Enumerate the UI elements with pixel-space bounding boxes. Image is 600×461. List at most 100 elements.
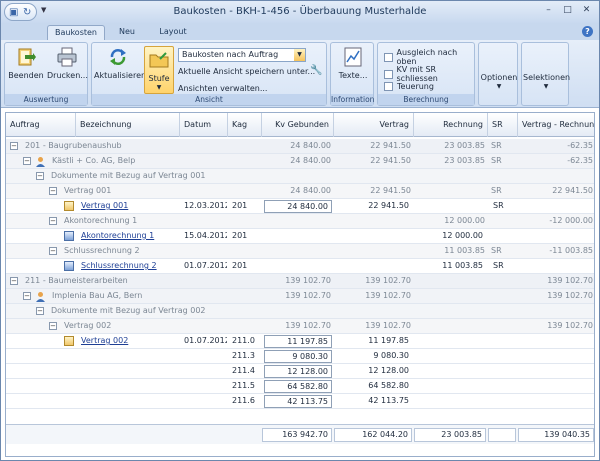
document-link: [78, 364, 180, 378]
checkbox-kv-sr[interactable]: [384, 69, 393, 79]
rechnung-value: [414, 319, 488, 333]
group-row[interactable]: − Dokumente mit Bezug auf Vertrag 001: [6, 169, 594, 184]
vertrag-value: [336, 259, 412, 273]
col-datum[interactable]: Datum: [180, 113, 228, 137]
rechnung-value: [416, 364, 486, 378]
kv-value: 139 102.70: [285, 276, 331, 285]
group-label: Implenia Bau AG, Bern: [52, 291, 143, 300]
group-row[interactable]: − Schlussrechnung 2 11 003.85 SR -11 003.85: [6, 244, 594, 259]
date-value: [181, 349, 227, 363]
table-row[interactable]: Vertrag 001 12.03.2012 201 24 840.00 22 941.…: [6, 199, 594, 214]
selektionen-button[interactable]: Selektionen ▼: [523, 73, 570, 90]
group-label-auswertung: Auswertung: [5, 94, 87, 105]
diff-value: [518, 304, 594, 318]
col-rechnung[interactable]: Rechnung: [414, 113, 488, 137]
table-row[interactable]: 211.6 42 113.75 42 113.75: [6, 394, 594, 409]
table-row[interactable]: 211.5 64 582.80 64 582.80: [6, 379, 594, 394]
col-bezeichnung[interactable]: Bezeichnung: [76, 113, 180, 137]
stufe-button[interactable]: Stufe ▼: [144, 46, 174, 94]
close-icon[interactable]: ✕: [578, 4, 595, 18]
checkbox-ausgleich[interactable]: [384, 52, 393, 62]
rechnung-value: [416, 379, 486, 393]
check-ausgleich[interactable]: Ausgleich nach oben: [384, 48, 474, 66]
diff-value: [518, 199, 594, 213]
collapse-toggle-icon[interactable]: −: [36, 307, 44, 315]
table-row[interactable]: Akontorechnung 1 15.04.2012 201 12 000.00: [6, 229, 594, 244]
group-row[interactable]: − Implenia Bau AG, Bern 139 102.70 139 102.…: [6, 289, 594, 304]
save-view-link[interactable]: Aktuelle Ansicht speichern unter...: [178, 67, 315, 76]
collapse-toggle-icon[interactable]: −: [23, 157, 31, 165]
group-row[interactable]: − Vertrag 002 139 102.70 139 102.70 139 102.…: [6, 319, 594, 334]
rechnung-value: 11 003.85: [444, 246, 485, 255]
collapse-toggle-icon[interactable]: −: [49, 187, 57, 195]
group-label-berechnung: Berechnung: [378, 94, 474, 105]
col-kag[interactable]: Kag: [228, 113, 262, 137]
collapse-toggle-icon[interactable]: −: [49, 322, 57, 330]
diff-value: -62.35: [567, 141, 593, 150]
tab-layout[interactable]: Layout: [151, 25, 195, 40]
kag-value: 201: [232, 231, 248, 240]
table-row[interactable]: 211.3 9 080.30 9 080.30: [6, 349, 594, 364]
group-berechnung: Ausgleich nach oben KV mit SR schliessen…: [377, 42, 475, 106]
optionen-button[interactable]: Optionen ▼: [480, 73, 518, 90]
collapse-toggle-icon[interactable]: −: [36, 172, 44, 180]
group-row[interactable]: −201 - Baugrubenaushub 24 840.00 22 941.50…: [6, 139, 594, 154]
table-row[interactable]: 211.4 12 128.00 12 128.00: [6, 364, 594, 379]
view-select-value: Baukosten nach Auftrag: [182, 50, 279, 59]
aktualisieren-button[interactable]: Aktualisieren: [94, 46, 146, 80]
maximize-icon[interactable]: □: [559, 4, 576, 18]
col-kv-gebunden[interactable]: Kv Gebunden: [262, 113, 334, 137]
collapse-toggle-icon[interactable]: −: [10, 277, 18, 285]
checkbox-teuerung[interactable]: [384, 82, 393, 91]
tab-neu[interactable]: Neu: [111, 25, 143, 40]
collapse-toggle-icon[interactable]: −: [10, 142, 18, 150]
beenden-label: Beenden: [8, 71, 44, 80]
total-rechnung: 23 003.85: [414, 428, 486, 442]
minimize-icon[interactable]: –: [540, 4, 557, 18]
table-row[interactable]: Vertrag 002 01.07.2012 211.0 11 197.85 11 19…: [6, 334, 594, 349]
group-row[interactable]: − Vertrag 001 24 840.00 22 941.50 SR 22 941.5…: [6, 184, 594, 199]
aktualisieren-label: Aktualisieren: [94, 71, 147, 80]
group-row[interactable]: − Akontorechnung 1 12 000.00 -12 000.00: [6, 214, 594, 229]
group-label: 201 - Baugrubenaushub: [25, 141, 122, 150]
table-row[interactable]: Schlussrechnung 2 01.07.2012 201 11 003.85 S…: [6, 259, 594, 274]
group-row[interactable]: − Kästli + Co. AG, Belp 24 840.00 22 941.50…: [6, 154, 594, 169]
collapse-toggle-icon[interactable]: −: [49, 247, 57, 255]
document-link[interactable]: Akontorechnung 1: [78, 229, 180, 243]
collapse-toggle-icon[interactable]: −: [49, 217, 57, 225]
rechnung-value: [416, 394, 486, 408]
wrench-icon[interactable]: 🔧: [310, 65, 322, 76]
kv-value: 12 128.00: [264, 365, 332, 378]
sr-value: [490, 394, 516, 408]
chart-icon: [344, 47, 362, 67]
col-sr[interactable]: SR: [488, 113, 518, 137]
check-kv-sr[interactable]: KV mit SR schliessen: [384, 65, 474, 83]
document-link[interactable]: Schlussrechnung 2: [78, 259, 180, 273]
selektionen-dropdown-icon: ▼: [543, 83, 549, 90]
beenden-button[interactable]: Beenden: [7, 46, 45, 80]
drucken-button[interactable]: Drucken...: [47, 46, 88, 80]
cost-grid[interactable]: Auftrag Bezeichnung Datum Kag Kv Gebunde…: [5, 112, 595, 457]
contract-icon: [64, 201, 74, 211]
document-link[interactable]: Vertrag 001: [78, 199, 180, 213]
document-link[interactable]: Vertrag 002: [78, 334, 180, 348]
col-auftrag[interactable]: Auftrag: [6, 113, 76, 137]
check-teuerung[interactable]: Teuerung: [384, 82, 434, 91]
group-row[interactable]: −211 - Baumeisterarbeiten 139 102.70 139 1…: [6, 274, 594, 289]
group-row[interactable]: − Dokumente mit Bezug auf Vertrag 002: [6, 304, 594, 319]
col-vertrag-rechnung[interactable]: Vertrag - Rechnung: [518, 113, 594, 137]
totals-row: 163 942.70 162 044.20 23 003.85 139 040.…: [6, 424, 594, 444]
person-icon: [36, 292, 45, 302]
view-select[interactable]: Baukosten nach Auftrag ▼: [178, 48, 306, 62]
tab-baukosten[interactable]: Baukosten: [47, 25, 105, 40]
chevron-down-icon[interactable]: ▼: [294, 49, 305, 61]
group-label: Dokumente mit Bezug auf Vertrag 001: [51, 171, 206, 180]
kag-value: 211.5: [232, 381, 255, 390]
help-icon[interactable]: ?: [582, 26, 593, 37]
collapse-toggle-icon[interactable]: −: [23, 292, 31, 300]
manage-views-link[interactable]: Ansichten verwalten...: [178, 84, 267, 93]
main-window: ▣ ↻ ▼ Baukosten - BKH-1-456 - Überbauung…: [0, 0, 600, 461]
refresh-icon: [110, 49, 126, 65]
texte-button[interactable]: Texte...: [333, 46, 373, 80]
col-vertrag[interactable]: Vertrag: [334, 113, 414, 137]
